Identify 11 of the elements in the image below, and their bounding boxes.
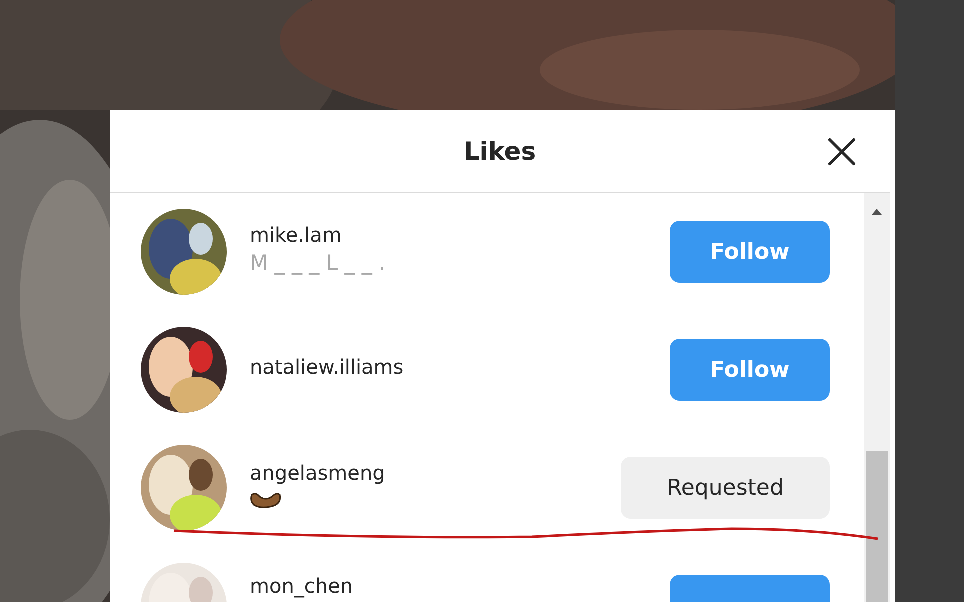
dialog-title: Likes	[464, 136, 536, 166]
follow-button[interactable]: Requested	[621, 457, 830, 519]
close-icon[interactable]	[827, 137, 857, 167]
full-name: M _ _ _ L _ _ .	[250, 250, 386, 274]
username[interactable]: angelasmeng	[250, 462, 386, 484]
username[interactable]: nataliew.illiams	[250, 356, 404, 378]
scroll-thumb[interactable]	[866, 451, 888, 602]
scroll-up-icon[interactable]	[872, 209, 882, 215]
scrollbar[interactable]	[864, 193, 890, 602]
username[interactable]: mon_chen	[250, 574, 354, 598]
username[interactable]: mike.lam	[250, 224, 342, 246]
